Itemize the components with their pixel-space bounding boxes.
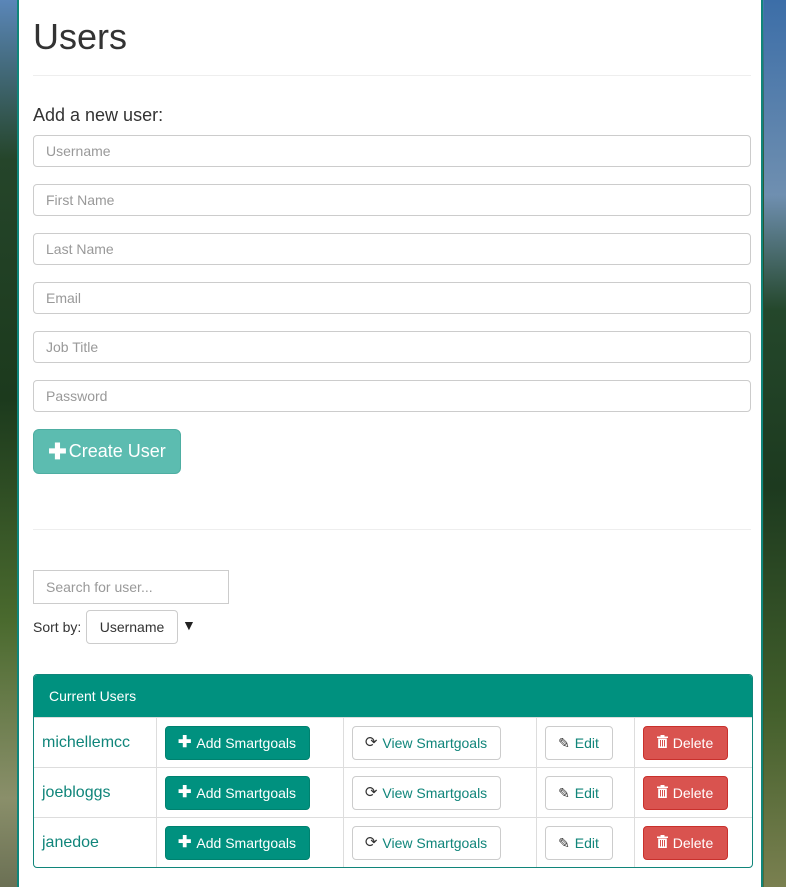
trash-icon bbox=[656, 735, 668, 750]
edit-label: Edit bbox=[574, 734, 599, 751]
sort-label: Sort by: bbox=[33, 619, 82, 635]
delete-cell: Delete bbox=[633, 817, 752, 867]
trash-icon bbox=[656, 785, 668, 800]
delete-label: Delete bbox=[672, 734, 714, 751]
add-smartgoals-button[interactable]: ✚ Add Smartgoals bbox=[164, 825, 310, 860]
delete-cell: Delete bbox=[633, 767, 752, 818]
table-row: joebloggs ✚ Add Smartgoals ⟳ View Smartgoals… bbox=[34, 767, 752, 818]
edit-button[interactable]: ✎ Edit bbox=[544, 725, 613, 760]
view-cell: ⟳ View Smartgoals bbox=[342, 817, 536, 867]
refresh-icon: ⟳ bbox=[364, 784, 378, 801]
add-smartgoals-button[interactable]: ✚ Add Smartgoals bbox=[164, 775, 310, 810]
username-input[interactable] bbox=[33, 135, 751, 167]
add-smartgoals-label: Add Smartgoals bbox=[196, 834, 296, 851]
main-panel: Users Add a new user: ✚ Create User Sort… bbox=[17, 0, 763, 887]
add-smartgoals-label: Add Smartgoals bbox=[196, 784, 296, 801]
last-name-input[interactable] bbox=[33, 233, 751, 265]
add-smartgoals-label: Add Smartgoals bbox=[196, 734, 296, 751]
add-user-heading: Add a new user: bbox=[33, 105, 164, 125]
add-cell: ✚ Add Smartgoals bbox=[155, 717, 343, 768]
edit-label: Edit bbox=[574, 834, 599, 851]
delete-button[interactable]: Delete bbox=[642, 825, 728, 860]
view-smartgoals-button[interactable]: ⟳ View Smartgoals bbox=[351, 775, 501, 810]
first-name-input[interactable] bbox=[33, 184, 751, 216]
pencil-icon: ✎ bbox=[558, 834, 570, 851]
chevron-down-icon[interactable]: ▼ bbox=[182, 617, 196, 633]
email-input[interactable] bbox=[33, 282, 751, 314]
add-cell: ✚ Add Smartgoals bbox=[155, 767, 343, 818]
create-user-label: Create User bbox=[68, 441, 166, 461]
delete-button[interactable]: Delete bbox=[642, 775, 728, 810]
edit-cell: ✎ Edit bbox=[535, 767, 634, 818]
current-users-panel: Current Users michellemcc ✚ Add Smartgoals… bbox=[33, 674, 753, 868]
username-cell: janedoe bbox=[34, 817, 156, 867]
background-right bbox=[764, 0, 786, 887]
trash-icon bbox=[656, 835, 668, 850]
view-smartgoals-button[interactable]: ⟳ View Smartgoals bbox=[351, 825, 501, 860]
view-cell: ⟳ View Smartgoals bbox=[342, 767, 536, 818]
plus-icon: ✚ bbox=[177, 833, 192, 851]
add-cell: ✚ Add Smartgoals bbox=[155, 817, 343, 867]
view-smartgoals-label: View Smartgoals bbox=[382, 784, 488, 801]
view-smartgoals-label: View Smartgoals bbox=[382, 734, 488, 751]
refresh-icon: ⟳ bbox=[364, 834, 378, 852]
users-table: michellemcc ✚ Add Smartgoals ⟳ View Smartgoa… bbox=[34, 717, 752, 867]
username-link[interactable]: janedoe bbox=[42, 834, 99, 852]
edit-label: Edit bbox=[574, 784, 599, 801]
create-user-button[interactable]: ✚ Create User bbox=[33, 429, 181, 474]
view-smartgoals-label: View Smartgoals bbox=[382, 834, 488, 851]
background-left bbox=[0, 0, 18, 887]
edit-button[interactable]: ✎ Edit bbox=[544, 775, 613, 810]
edit-button[interactable]: ✎ Edit bbox=[544, 825, 613, 860]
pencil-icon: ✎ bbox=[558, 734, 570, 751]
sort-select[interactable]: Username bbox=[86, 610, 178, 644]
username-link[interactable]: joebloggs bbox=[42, 784, 111, 802]
view-cell: ⟳ View Smartgoals bbox=[342, 717, 536, 768]
username-link[interactable]: michellemcc bbox=[42, 734, 130, 752]
current-users-heading: Current Users bbox=[34, 675, 752, 717]
divider bbox=[33, 75, 751, 76]
divider bbox=[33, 529, 751, 530]
view-smartgoals-button[interactable]: ⟳ View Smartgoals bbox=[351, 725, 501, 760]
page-title: Users bbox=[33, 16, 128, 57]
plus-icon: ✚ bbox=[177, 783, 192, 801]
delete-label: Delete bbox=[672, 784, 714, 801]
password-input[interactable] bbox=[33, 380, 751, 412]
plus-icon: ✚ bbox=[48, 438, 67, 464]
job-title-input[interactable] bbox=[33, 331, 751, 363]
search-user-input[interactable] bbox=[33, 570, 229, 604]
add-smartgoals-button[interactable]: ✚ Add Smartgoals bbox=[164, 725, 310, 760]
plus-icon: ✚ bbox=[177, 733, 192, 751]
edit-cell: ✎ Edit bbox=[535, 717, 634, 768]
delete-button[interactable]: Delete bbox=[642, 725, 728, 760]
table-row: janedoe ✚ Add Smartgoals ⟳ View Smartgoals ✎ E… bbox=[34, 817, 752, 867]
delete-label: Delete bbox=[672, 834, 714, 851]
delete-cell: Delete bbox=[633, 717, 752, 768]
pencil-icon: ✎ bbox=[558, 784, 570, 801]
table-row: michellemcc ✚ Add Smartgoals ⟳ View Smartgoa… bbox=[34, 717, 752, 768]
username-cell: joebloggs bbox=[34, 767, 156, 818]
refresh-icon: ⟳ bbox=[364, 734, 378, 751]
username-cell: michellemcc bbox=[34, 717, 156, 768]
edit-cell: ✎ Edit bbox=[535, 817, 634, 867]
